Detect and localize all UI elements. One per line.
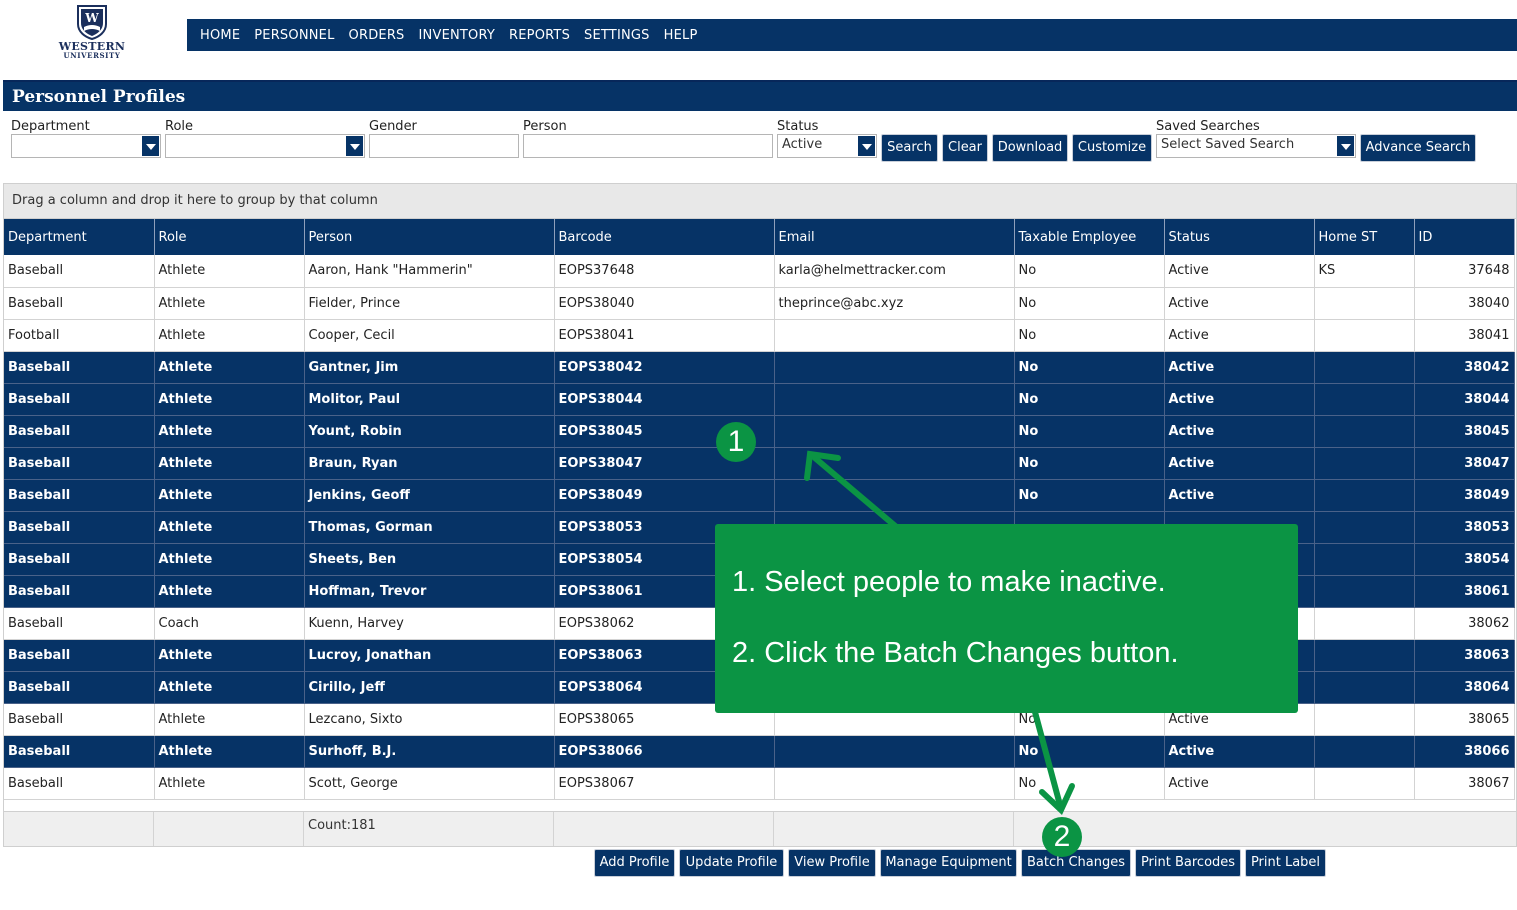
instruction-step-1: 1. Select people to make inactive.: [732, 566, 1166, 598]
step-badge-2: 2: [1042, 817, 1082, 857]
instruction-step-2: 2. Click the Batch Changes button.: [732, 637, 1179, 669]
instruction-callout: 1. Select people to make inactive. 2. Cl…: [715, 524, 1298, 713]
annotation-arrows: [804, 450, 1075, 816]
step-badge-1: 1: [716, 422, 756, 462]
